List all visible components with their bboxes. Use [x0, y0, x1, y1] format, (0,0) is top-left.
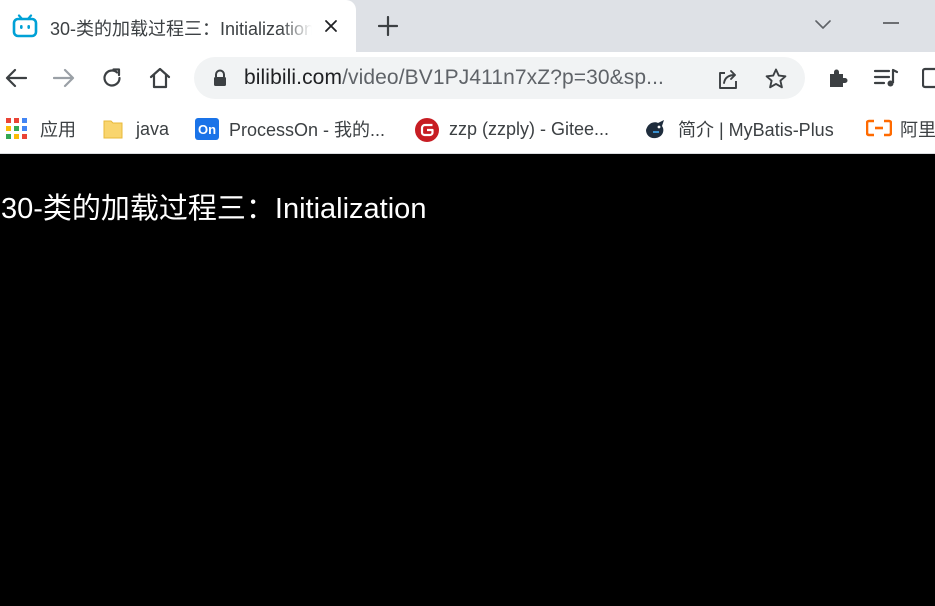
home-icon[interactable]: [144, 62, 176, 94]
close-tab-icon[interactable]: [319, 14, 343, 38]
svg-text:On: On: [198, 122, 216, 137]
extensions-puzzle-icon[interactable]: [822, 62, 854, 94]
url-domain: bilibili.com: [244, 66, 343, 89]
bookmark-label: java: [136, 118, 170, 139]
bookmark-label: 应用: [40, 120, 76, 140]
bookmark-label: zzp (zzply) - Gitee...: [449, 118, 610, 139]
bookmarks-bar: 应用 java On ProcessOn - 我的... zzp (zzply)…: [0, 104, 935, 154]
new-tab-plus-icon[interactable]: [374, 12, 402, 40]
address-bar[interactable]: bilibili.com/video/BV1PJ411n7xZ?p=30&sp.…: [194, 57, 805, 99]
tab-title: 30-类的加载过程三：Initialization - 哔哩哔哩: [50, 19, 312, 39]
back-arrow-icon[interactable]: [0, 62, 32, 94]
bookmark-label: ProcessOn - 我的...: [229, 120, 386, 140]
tab-strip: 30-类的加载过程三：Initialization - 哔哩哔哩: [0, 0, 935, 52]
share-icon[interactable]: [714, 65, 742, 93]
folder-icon: [102, 118, 124, 140]
processon-icon: On: [195, 118, 219, 140]
bookmark-apps[interactable]: 应用: [6, 115, 76, 143]
url-path: /video/BV1PJ411n7xZ?p=30&sp...: [342, 66, 664, 89]
browser-tab-active[interactable]: 30-类的加载过程三：Initialization - 哔哩哔哩: [0, 0, 356, 52]
bookmark-label: 阿里: [900, 120, 935, 140]
bookmark-label: 简介 | MyBatis-Plus: [678, 120, 834, 140]
lock-icon[interactable]: [210, 68, 230, 88]
url-text[interactable]: bilibili.com/video/BV1PJ411n7xZ?p=30&sp.…: [244, 66, 664, 90]
minimize-window-icon[interactable]: [878, 10, 904, 36]
video-player-area[interactable]: 30-类的加载过程三：Initialization: [0, 155, 935, 606]
bookmark-aliyun[interactable]: 阿里: [865, 115, 935, 143]
apps-grid-icon: [6, 118, 28, 140]
side-panel-icon[interactable]: [916, 62, 935, 94]
aliyun-icon: [865, 118, 893, 140]
mybatis-plus-icon: [644, 118, 666, 140]
bilibili-tv-icon: [12, 14, 38, 38]
tab-search-chevron-down-icon[interactable]: [810, 12, 836, 38]
reload-icon[interactable]: [96, 62, 128, 94]
gitee-icon: [415, 118, 439, 142]
video-title: 30-类的加载过程三：Initialization: [1, 193, 427, 225]
media-playlist-icon[interactable]: [870, 62, 902, 94]
bookmark-star-icon[interactable]: [762, 65, 790, 93]
bookmark-mybatis-plus[interactable]: 简介 | MyBatis-Plus: [644, 115, 834, 143]
bookmark-processon[interactable]: On ProcessOn - 我的...: [195, 115, 385, 143]
bookmark-gitee[interactable]: zzp (zzply) - Gitee...: [415, 115, 609, 143]
browser-toolbar: bilibili.com/video/BV1PJ411n7xZ?p=30&sp.…: [0, 52, 935, 104]
bookmark-folder-java[interactable]: java: [102, 115, 169, 143]
forward-arrow-icon[interactable]: [48, 62, 80, 94]
